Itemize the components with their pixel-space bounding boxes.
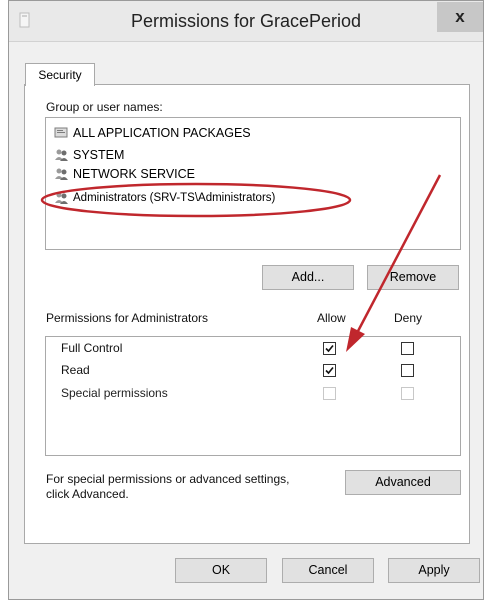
special-deny-checkbox bbox=[401, 387, 414, 400]
advanced-button[interactable]: Advanced bbox=[345, 470, 461, 495]
checkmark-icon bbox=[325, 344, 334, 353]
users-icon bbox=[55, 168, 68, 180]
read-allow-checkbox[interactable] bbox=[323, 364, 336, 377]
permission-label-read: Read bbox=[61, 363, 90, 377]
title-bar[interactable]: Permissions for GracePeriod x bbox=[9, 1, 483, 42]
special-allow-checkbox bbox=[323, 387, 336, 400]
close-button[interactable]: x bbox=[437, 2, 483, 32]
permission-label-special: Special permissions bbox=[61, 386, 168, 400]
users-icon bbox=[55, 149, 68, 161]
advanced-hint-line2: click Advanced. bbox=[46, 487, 129, 501]
permission-label-full-control: Full Control bbox=[61, 341, 123, 355]
full-control-allow-checkbox[interactable] bbox=[323, 342, 336, 355]
list-item[interactable]: NETWORK SERVICE bbox=[54, 165, 195, 183]
ok-button[interactable]: OK bbox=[175, 558, 267, 583]
advanced-hint-line1: For special permissions or advanced sett… bbox=[46, 472, 290, 486]
remove-button[interactable]: Remove bbox=[367, 265, 459, 290]
cancel-button[interactable]: Cancel bbox=[282, 558, 374, 583]
checkmark-icon bbox=[325, 366, 334, 375]
group-user-listbox[interactable]: ALL APPLICATION PACKAGES SYSTEM NETWORK … bbox=[45, 117, 461, 250]
list-item-label: Administrators (SRV-TS\Administrators) bbox=[73, 192, 276, 204]
apply-button[interactable]: Apply bbox=[388, 558, 480, 583]
allow-column-header: Allow bbox=[317, 311, 346, 325]
window-title: Permissions for GracePeriod bbox=[130, 11, 362, 31]
full-control-deny-checkbox[interactable] bbox=[401, 342, 414, 355]
tab-security[interactable]: Security bbox=[25, 63, 95, 86]
deny-column-header: Deny bbox=[394, 311, 423, 325]
read-deny-checkbox[interactable] bbox=[401, 364, 414, 377]
list-item-label: SYSTEM bbox=[73, 148, 125, 162]
add-button[interactable]: Add... bbox=[262, 265, 354, 290]
list-item[interactable]: ALL APPLICATION PACKAGES bbox=[54, 124, 251, 142]
list-item-label: ALL APPLICATION PACKAGES bbox=[73, 126, 251, 140]
group-names-label: Group or user names: bbox=[46, 100, 163, 114]
users-icon bbox=[55, 192, 68, 204]
list-item[interactable]: SYSTEM bbox=[54, 146, 124, 164]
list-item-label: NETWORK SERVICE bbox=[73, 167, 196, 181]
permissions-header: Permissions for Administrators bbox=[46, 311, 209, 325]
permissions-list: Full Control Read Special permissions bbox=[45, 336, 461, 456]
list-item-administrators[interactable]: Administrators (SRV-TS\Administrators) bbox=[54, 189, 275, 207]
packages-icon bbox=[54, 127, 68, 138]
